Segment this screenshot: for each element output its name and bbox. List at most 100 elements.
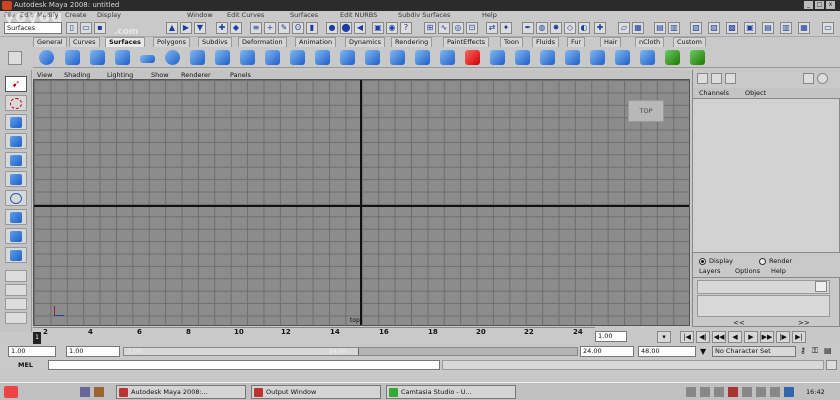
quick-launch-icon[interactable] <box>80 387 90 397</box>
extrude-icon[interactable] <box>315 50 330 65</box>
bevel-icon[interactable] <box>415 50 430 65</box>
current-frame-field[interactable]: 1.00 <box>595 331 627 342</box>
menu-display[interactable]: Display <box>97 11 121 19</box>
layer-list[interactable]: << >> <box>692 277 840 327</box>
script-editor-icon[interactable] <box>826 360 837 370</box>
step-forward-key-icon[interactable]: ▶▶ <box>760 331 774 343</box>
menu-edit-nurbs[interactable]: Edit NURBS <box>340 11 377 19</box>
single-perspective-layout-icon[interactable] <box>5 270 27 282</box>
soft-modification-icon[interactable] <box>5 209 27 225</box>
layer-row[interactable] <box>697 280 830 294</box>
tray-icon[interactable] <box>742 387 752 397</box>
panel-menu-renderer[interactable]: Renderer <box>181 71 211 79</box>
render-view-icon[interactable]: ◐ <box>578 22 590 34</box>
hypershade-icon[interactable]: ◇ <box>564 22 576 34</box>
tool-settings-icon[interactable]: ▨ <box>708 22 720 34</box>
select-tool-icon[interactable]: ➹ <box>5 76 27 92</box>
sidebar-toggle-icon[interactable]: ▭ <box>822 22 834 34</box>
move-tool-icon[interactable] <box>5 133 27 149</box>
minimize-button[interactable]: _ <box>804 1 813 9</box>
tab-fur[interactable]: Fur <box>567 37 586 47</box>
tab-curves[interactable]: Curves <box>69 37 100 47</box>
tab-custom[interactable]: Custom <box>673 37 706 47</box>
mask-ik-icon[interactable]: ? <box>400 22 412 34</box>
quick-launch-icon[interactable] <box>94 387 104 397</box>
tab-polygons[interactable]: Polygons <box>153 37 190 47</box>
sculpt-geometry-icon[interactable] <box>665 50 680 65</box>
lasso-tool-icon[interactable] <box>5 95 27 111</box>
menu-subdiv-surfaces[interactable]: Subdiv Surfaces <box>398 11 450 19</box>
nurbs-sphere-icon[interactable] <box>39 50 54 65</box>
show-manipulator-icon[interactable] <box>5 228 27 244</box>
four-view-layout-icon[interactable] <box>5 284 27 296</box>
tab-subdivs[interactable]: Subdivs <box>198 37 232 47</box>
channel-box-toggle-icon[interactable]: ▩ <box>726 22 738 34</box>
panel-menu-show[interactable]: Show <box>151 71 169 79</box>
menu-window[interactable]: Window <box>187 11 213 19</box>
tray-icon[interactable] <box>686 387 696 397</box>
nurbs-torus-icon[interactable] <box>165 50 180 65</box>
select-by-component-icon[interactable]: ▼ <box>194 22 206 34</box>
numeric-input-icon[interactable]: ▦ <box>632 22 644 34</box>
scroll-left-icon[interactable]: << <box>733 319 745 327</box>
tool-settings-mode-icon[interactable] <box>725 73 736 84</box>
loft-icon[interactable] <box>265 50 280 65</box>
rebuild-surfaces-icon[interactable] <box>640 50 655 65</box>
attribute-mode-icon[interactable] <box>711 73 722 84</box>
select-by-hierarchy-icon[interactable]: ▲ <box>166 22 178 34</box>
tab-fluids[interactable]: Fluids <box>532 37 559 47</box>
mask-surfaces-icon[interactable]: + <box>264 22 276 34</box>
tab-general[interactable]: General <box>33 37 67 47</box>
last-tool-icon[interactable] <box>5 247 27 263</box>
untrim-icon[interactable] <box>490 50 505 65</box>
start-button[interactable] <box>4 386 18 398</box>
menu-create[interactable]: Create <box>65 11 87 19</box>
tray-icon[interactable] <box>714 387 724 397</box>
scroll-right-icon[interactable]: >> <box>798 319 810 327</box>
offset-surfaces-icon[interactable] <box>615 50 630 65</box>
mask-deformations-icon[interactable]: ✎ <box>278 22 290 34</box>
snap-curve-icon[interactable]: ∿ <box>438 22 450 34</box>
step-forward-frame-icon[interactable]: |▶ <box>776 331 790 343</box>
snap-grid-icon[interactable]: ⊞ <box>424 22 436 34</box>
nurbs-cone-icon[interactable] <box>115 50 130 65</box>
channels-menu[interactable]: Channels <box>699 89 729 97</box>
play-forwards-icon[interactable]: ▶ <box>744 331 758 343</box>
range-slider[interactable]: 1.00 24.00 <box>123 347 578 356</box>
nurbs-square-icon[interactable] <box>215 50 230 65</box>
planar-icon[interactable] <box>290 50 305 65</box>
mask-lights-icon[interactable]: ◀ <box>354 22 366 34</box>
mask-handles-icon[interactable]: ✚ <box>216 22 228 34</box>
mask-joints-icon[interactable]: ◆ <box>230 22 242 34</box>
tray-icon[interactable] <box>770 387 780 397</box>
step-back-key-icon[interactable]: ◀◀ <box>712 331 726 343</box>
select-by-object-icon[interactable]: ▶ <box>180 22 192 34</box>
attribute-editor-icon[interactable]: ▧ <box>690 22 702 34</box>
playback-start-field[interactable]: 1.00 <box>66 346 120 357</box>
tray-icon[interactable] <box>756 387 766 397</box>
ipr-icon[interactable]: ✚ <box>594 22 606 34</box>
close-button[interactable]: x <box>826 1 835 9</box>
top-viewport[interactable]: TOP top <box>33 79 690 326</box>
nurbs-plane-icon[interactable] <box>140 55 155 63</box>
tray-icon[interactable] <box>728 387 738 397</box>
view-cube[interactable]: TOP <box>628 100 664 122</box>
frame-options-icon[interactable]: ▾ <box>657 331 671 343</box>
key-icon[interactable]: ⚷ <box>800 346 811 357</box>
layers-menu[interactable]: Layers <box>699 267 721 275</box>
start-time-field[interactable]: 1.00 <box>8 346 56 357</box>
auto-key-icon[interactable]: ⚿ <box>812 346 823 357</box>
options-menu[interactable]: Options <box>735 267 760 275</box>
rotate-tool-icon[interactable] <box>5 152 27 168</box>
universal-manipulator-icon[interactable] <box>5 190 27 206</box>
input-output-icon[interactable]: ⇄ <box>486 22 498 34</box>
channel-box-panel[interactable] <box>692 98 840 253</box>
mask-curves-icon[interactable]: ≡ <box>250 22 262 34</box>
task-output-window[interactable]: Output Window <box>251 385 381 399</box>
mask-misc-icon[interactable]: ● <box>326 22 338 34</box>
perspective-outliner-layout-icon[interactable] <box>5 298 27 310</box>
tab-ncloth[interactable]: nCloth <box>635 37 665 47</box>
channel-layer-icon[interactable]: ▣ <box>744 22 756 34</box>
task-camtasia[interactable]: Camtasia Studio - U... <box>386 385 516 399</box>
attach-surfaces-icon[interactable] <box>515 50 530 65</box>
